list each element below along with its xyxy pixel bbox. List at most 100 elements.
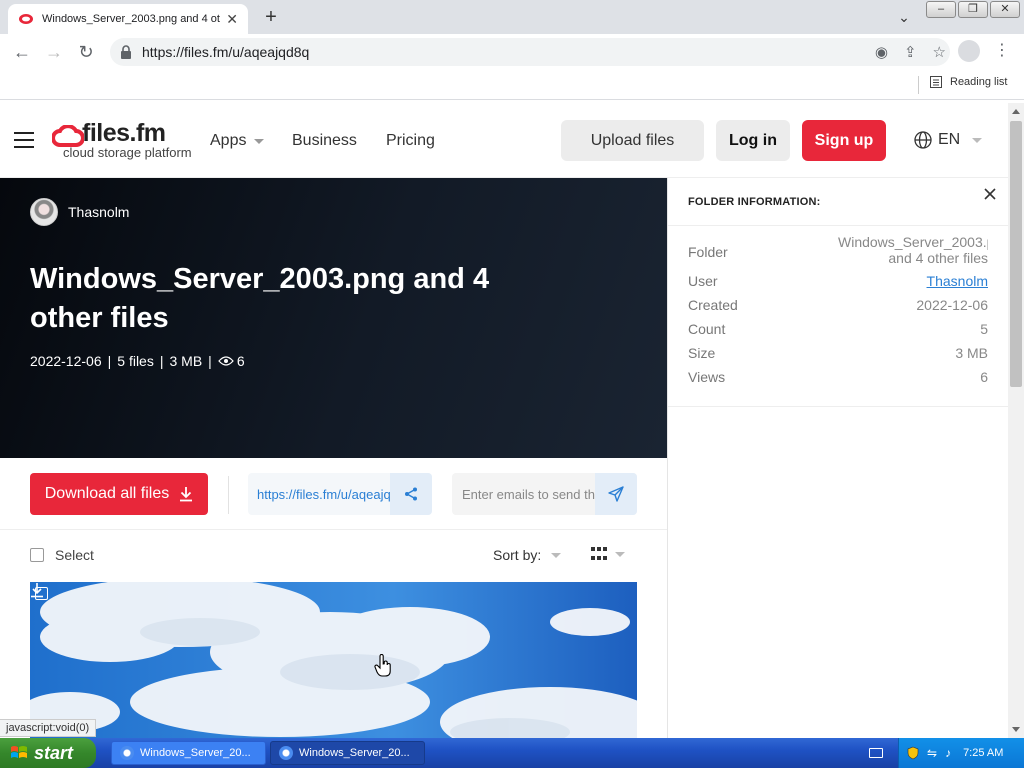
file-list-controls: Select Sort by:: [0, 530, 667, 582]
download-all-label: Download all files: [44, 485, 170, 502]
files-fm-favicon-icon: [19, 14, 33, 24]
login-button[interactable]: Log in: [716, 120, 790, 161]
email-input[interactable]: [452, 486, 595, 502]
reading-list-label: Reading list: [950, 76, 1008, 88]
language-selector[interactable]: EN: [914, 131, 983, 149]
chevron-down-icon: [972, 137, 983, 143]
sky-clouds-image: [30, 582, 637, 738]
close-window-button[interactable]: ✕: [990, 1, 1020, 18]
taskbar-item[interactable]: Windows_Server_20...: [111, 741, 266, 765]
share-button[interactable]: [390, 473, 432, 515]
sort-dropdown[interactable]: Sort by:: [493, 547, 562, 563]
hero-username[interactable]: Thasnolm: [68, 204, 129, 220]
lock-icon: [121, 45, 131, 59]
grid-view-icon: [591, 547, 607, 560]
view-mode-toggle[interactable]: [591, 547, 625, 561]
reload-icon[interactable]: ↻: [74, 40, 98, 64]
back-arrow-icon[interactable]: ←: [10, 40, 34, 64]
file-preview-thumbnail[interactable]: [30, 582, 637, 738]
taskbar-item-active[interactable]: Windows_Server_20...: [270, 741, 425, 765]
network-icon[interactable]: ⇋: [927, 746, 937, 760]
share-icon: [405, 487, 417, 501]
folder-info-panel: FOLDER INFORMATION: Folder Windows_Serve…: [667, 178, 1009, 738]
send-email-button[interactable]: [595, 473, 637, 515]
nav-business[interactable]: Business: [292, 132, 357, 150]
chrome-icon: [279, 746, 293, 760]
tab-close-icon[interactable]: ✕: [226, 11, 238, 28]
nav-pricing[interactable]: Pricing: [386, 132, 435, 150]
tab-title: Windows_Server_2003.png and 4 other file…: [42, 13, 220, 25]
page-scrollbar[interactable]: [1008, 103, 1024, 738]
chevron-down-icon: [254, 138, 265, 144]
chrome-icon: [120, 746, 134, 760]
globe-icon: [914, 131, 932, 149]
browser-tab[interactable]: Windows_Server_2003.png and 4 other file…: [8, 4, 248, 34]
info-label: User: [688, 273, 718, 289]
meta-date: 2022-12-06: [30, 353, 102, 369]
folder-hero: Thasnolm Windows_Server_2003.png and 4 o…: [0, 178, 667, 458]
info-value: 6: [980, 369, 988, 385]
scroll-up-arrow-icon[interactable]: [1012, 109, 1020, 114]
minimize-button[interactable]: –: [926, 1, 956, 18]
info-value: 5: [980, 321, 988, 337]
tab-search-chevron-icon[interactable]: ⌄: [893, 6, 915, 28]
meta-files: 5 files: [117, 353, 154, 369]
files-fm-logo[interactable]: files.fm cloud storage platform: [52, 119, 192, 161]
restore-button[interactable]: ❐: [958, 1, 988, 18]
eye-slash-icon[interactable]: ◉: [875, 43, 888, 61]
share-link-input[interactable]: https://files.fm/u/aqeajqd8q: [248, 487, 390, 502]
address-bar[interactable]: https://files.fm/u/aqeajqd8q: [110, 38, 950, 66]
reading-list-button[interactable]: Reading list: [930, 76, 1007, 88]
browser-status-bar: javascript:void(0): [0, 719, 97, 737]
info-value: 2022-12-06: [916, 297, 988, 313]
hand-pointer-cursor-icon: [374, 654, 391, 677]
upload-files-button[interactable]: Upload files: [561, 120, 704, 161]
info-user-link[interactable]: Thasnolm: [927, 273, 988, 289]
share-link-box: https://files.fm/u/aqeajqd8q: [248, 473, 432, 515]
nav-apps-label: Apps: [210, 132, 247, 149]
hamburger-menu-icon[interactable]: [14, 132, 34, 148]
url-text: https://files.fm/u/aqeajqd8q: [142, 44, 310, 60]
close-icon[interactable]: [982, 186, 998, 202]
new-tab-icon[interactable]: +: [258, 4, 284, 30]
language-label: EN: [938, 131, 961, 148]
folder-title: Windows_Server_2003.png and 4 other file…: [30, 263, 490, 334]
share-page-icon[interactable]: ⇪: [904, 43, 917, 61]
keyboard-icon[interactable]: [869, 748, 883, 758]
email-send-box: [452, 473, 637, 515]
nav-apps[interactable]: Apps: [210, 132, 265, 150]
info-label: Size: [688, 345, 716, 361]
select-all-checkbox[interactable]: Select: [30, 547, 94, 563]
omnibox-actions: ◉ ⇪ ☆: [875, 43, 946, 61]
send-plane-icon: [608, 486, 624, 502]
clock[interactable]: 7:25 AM: [963, 747, 1003, 759]
info-label: Folder: [688, 244, 728, 260]
logo-text: files.fm: [82, 119, 166, 147]
info-folder-value: Windows_Server_2003.png and 4 other file…: [838, 234, 988, 266]
bookmarks-divider: [918, 76, 919, 94]
windows-flag-icon: [11, 746, 27, 758]
start-label: start: [34, 742, 74, 763]
volume-icon[interactable]: ♪: [945, 746, 951, 760]
checkbox[interactable]: [30, 548, 44, 562]
info-label: Views: [688, 369, 726, 385]
profile-avatar-icon[interactable]: [958, 40, 980, 62]
security-shield-icon[interactable]: [907, 746, 919, 760]
logo-tagline: cloud storage platform: [63, 145, 192, 160]
user-avatar[interactable]: [30, 198, 58, 226]
nav-pricing-label: Pricing: [386, 132, 435, 149]
forward-arrow-icon[interactable]: →: [42, 40, 66, 64]
browser-menu-icon[interactable]: ⋮: [994, 40, 1010, 62]
start-button[interactable]: start: [0, 738, 96, 768]
meta-views: 6: [236, 353, 245, 369]
bookmark-star-icon[interactable]: ☆: [933, 43, 946, 61]
browser-toolbar: ← → ↻ https://files.fm/u/aqeajqd8q ◉ ⇪ ☆: [0, 34, 1024, 70]
download-icon: [180, 487, 193, 502]
scroll-thumb[interactable]: [1010, 121, 1022, 387]
select-label: Select: [55, 547, 94, 563]
scroll-down-arrow-icon[interactable]: [1012, 727, 1020, 732]
file-download-icon[interactable]: [30, 582, 44, 598]
download-all-button[interactable]: Download all files: [30, 473, 208, 515]
folder-actions: Download all files https://files.fm/u/aq…: [0, 458, 667, 530]
signup-button[interactable]: Sign up: [802, 120, 886, 161]
